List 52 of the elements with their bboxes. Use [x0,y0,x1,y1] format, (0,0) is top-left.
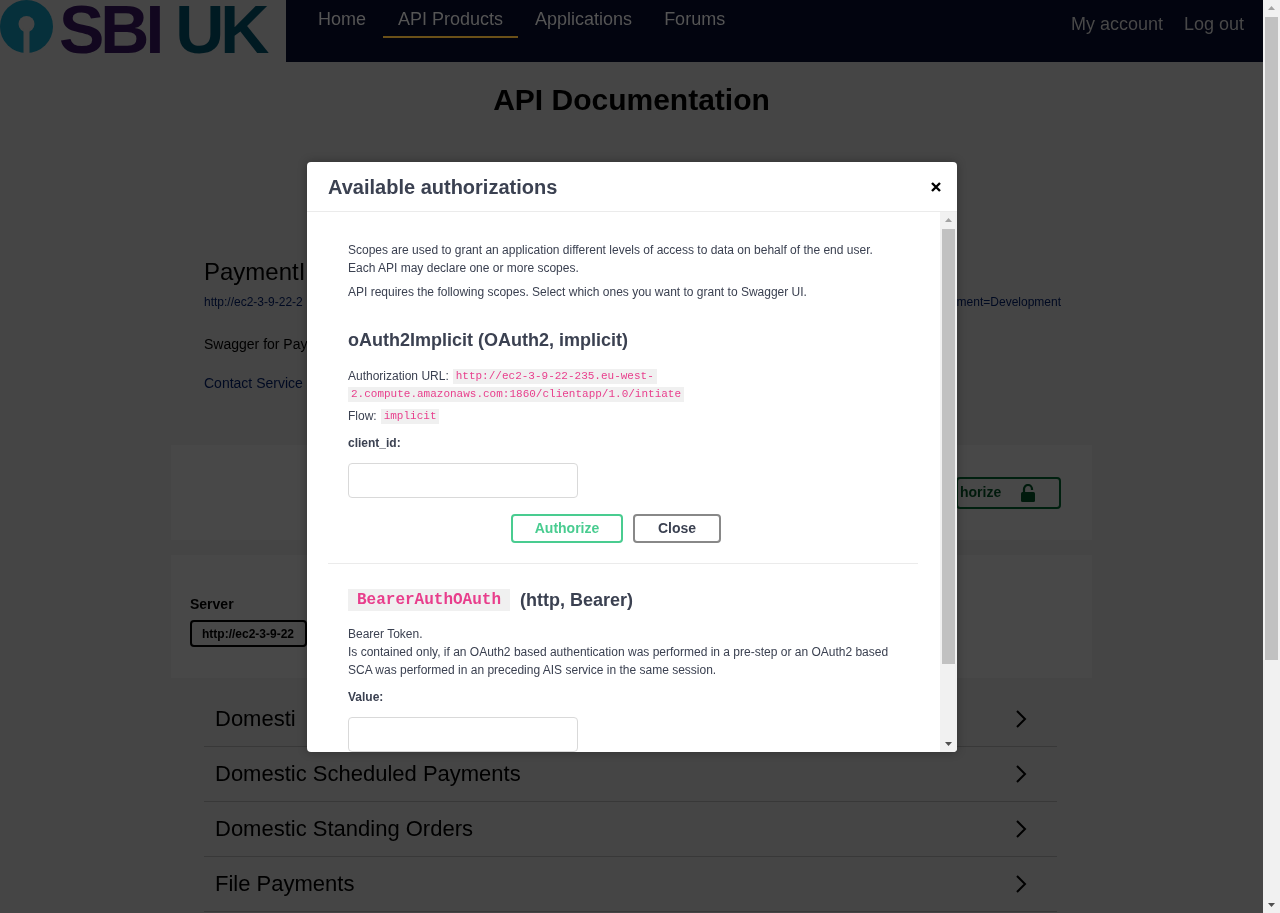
authorize-button[interactable]: Authorize [511,514,623,543]
authorize-button[interactable]: horize [956,476,1061,509]
api-url-link[interactable]: ment=Development [956,294,1061,310]
api-title: PaymentI [204,257,306,287]
scheme-heading: oAuth2Implicit (OAuth2, implicit) [348,329,628,352]
padlock-icon [1021,483,1036,502]
page-title: API Documentation [493,82,770,118]
api-url-link[interactable]: http://ec2-3-9-22-2 [204,294,303,310]
chevron-right-icon[interactable] [1015,819,1027,839]
section-title[interactable]: File Payments [215,871,355,897]
authorization-url: http://ec2-3-9-22-235.eu-west- [452,368,657,384]
account-link[interactable]: My account [1070,13,1163,35]
scroll-down-icon[interactable] [945,742,952,746]
close-icon[interactable] [931,181,941,192]
url-label: Authorization URL: [348,368,449,385]
scrollbar-thumb[interactable] [1265,17,1278,660]
scroll-up-icon[interactable] [945,218,952,222]
nav-link[interactable]: Applications [520,0,648,38]
chevron-right-icon[interactable] [1015,709,1027,729]
field-label: client_id: [348,435,401,452]
logo-text: SBI UK [59,0,266,58]
contact-link[interactable]: Contact Service [204,373,303,393]
section-title[interactable]: Domesti [215,706,296,732]
authorization-url: 2.compute.amazonaws.com:1860/clientapp/1.0/intiate [348,386,685,402]
nav-link[interactable]: API Products [383,0,519,38]
nav-link[interactable]: Home [303,0,381,38]
value-input[interactable] [348,717,578,752]
close-button[interactable]: Close [633,514,721,543]
flow-label: Flow: [348,408,377,425]
scroll-up-icon[interactable] [1268,6,1275,10]
account-link[interactable]: Log out [1183,13,1244,35]
scheme-description: Bearer Token. Is contained only, if an OAuth2 based authentication was performed in a pre-step or an OAuth2 based SCA was performed in an preceding AIS service in the same session. [348,626,890,679]
api-description: Swagger for Pay [204,335,308,354]
flow-value: implicit [380,408,440,424]
server-select[interactable]: http://ec2-3-9-22 [190,620,307,647]
section-title[interactable]: Domestic Scheduled Payments [215,761,521,787]
scrollbar[interactable] [1263,0,1280,913]
scrollbar-thumb[interactable] [942,229,955,664]
modal-title: Available authorizations [328,174,558,200]
chevron-right-icon[interactable] [1015,764,1027,784]
server-label: Server [190,595,234,613]
chevron-right-icon[interactable] [1015,874,1027,894]
scopes-note: API requires the following scopes. Select which ones you want to grant to Swagger UI. [348,284,807,301]
scrollbar[interactable] [940,212,957,752]
intro-text: Scopes are used to grant an application different levels of access to data on behalf of the end user. Each API may declare one or more scopes. [348,242,874,277]
field-label: Value: [348,689,384,706]
scheme-name: BearerAuthOAuth [348,589,511,611]
section-title[interactable]: Domestic Standing Orders [215,816,473,842]
scheme-type: (http, Bearer) [520,588,634,612]
scroll-down-icon[interactable] [1268,903,1275,907]
client-id-input[interactable] [348,463,578,498]
nav-link[interactable]: Forums [649,0,741,38]
